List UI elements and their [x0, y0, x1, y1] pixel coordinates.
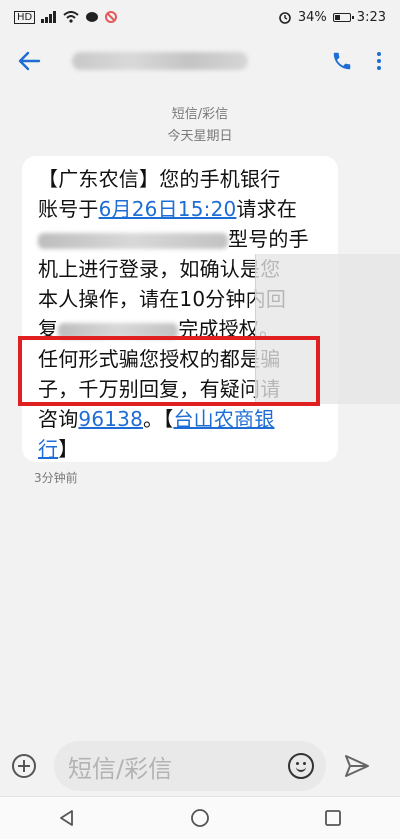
message-text-span: 【: [163, 407, 174, 431]
message-text-span: 本人操作，请在10分钟内回: [38, 287, 287, 311]
send-button[interactable]: [344, 753, 370, 779]
more-options-button[interactable]: [372, 47, 386, 75]
message-input-placeholder: 短信/彩信: [68, 754, 173, 783]
message-line: 行】: [38, 434, 326, 462]
phone-icon: [333, 52, 351, 70]
more-dot-icon: [377, 66, 381, 70]
date-label: 今天星期日: [167, 129, 233, 144]
nav-home-button[interactable]: [185, 803, 215, 833]
wifi-icon: [63, 11, 79, 23]
message-link[interactable]: 96138: [78, 407, 143, 431]
signal-icon: [41, 11, 57, 23]
message-line: 咨询96138。【台山农商银: [38, 404, 326, 434]
message-link[interactable]: 6月26日15:20: [99, 197, 237, 221]
message-text-span: 机上进行登录，如确认是您: [38, 257, 281, 281]
message-time: 3分钟前: [34, 471, 78, 485]
alarm-icon: [279, 12, 291, 24]
message-text-span: 。: [143, 407, 164, 431]
more-dot-icon: [377, 52, 381, 56]
app-notification-icon: [105, 11, 118, 23]
message-line: 【广东农信】您的手机银行: [38, 164, 326, 194]
send-icon: [345, 755, 369, 777]
status-bar: HD 34% 3:23: [0, 0, 400, 34]
back-arrow-icon: [18, 51, 41, 71]
nav-back-icon: [59, 810, 73, 826]
hd-indicator: HD: [14, 10, 36, 24]
battery-icon: [332, 12, 354, 22]
redacted-text: [38, 232, 228, 249]
message-text-span: 咨询: [38, 407, 79, 431]
sms-thread-screen: HD 34% 3:23 短信/彩信 今天星期日 【广东农信】您的手机银行 账号于…: [0, 0, 400, 839]
message-text-span: 【广东农信】您的手机银行: [38, 167, 281, 191]
chat-notification-icon: [86, 12, 99, 22]
message-text-span: 请求在: [236, 197, 298, 221]
status-left: HD: [14, 10, 118, 24]
add-attachment-icon[interactable]: [12, 754, 36, 778]
message-input[interactable]: 短信/彩信: [54, 741, 326, 791]
back-button[interactable]: [14, 46, 44, 76]
message-type-label: 短信/彩信: [171, 107, 229, 122]
system-nav-bar: [0, 796, 400, 839]
message-text-span: 】: [58, 437, 79, 461]
message-text-span: 账号于: [38, 197, 99, 221]
app-bar: [0, 34, 400, 88]
nav-back-button[interactable]: [52, 803, 82, 833]
message-link[interactable]: 台山农商银: [173, 407, 274, 431]
composer: 短信/彩信: [0, 736, 400, 796]
nav-home-icon: [191, 809, 209, 827]
thread-meta: 短信/彩信 今天星期日: [0, 104, 400, 148]
message-line: 型号的手: [38, 224, 326, 254]
message-line: 账号于6月26日15:20请求在: [38, 194, 326, 224]
nav-recents-button[interactable]: [318, 803, 348, 833]
red-highlight-box: [18, 336, 320, 406]
status-right: 34% 3:23: [278, 10, 386, 25]
message-text-span: 型号的手: [228, 227, 309, 251]
emoji-icon[interactable]: [288, 753, 314, 779]
more-dot-icon: [377, 59, 381, 63]
clock: 3:23: [356, 9, 386, 25]
call-button[interactable]: [328, 47, 356, 75]
message-link[interactable]: 行: [38, 437, 58, 461]
nav-recents-icon: [325, 810, 342, 826]
contact-number-blurred: [72, 52, 248, 70]
battery-percent: 34%: [297, 9, 327, 25]
